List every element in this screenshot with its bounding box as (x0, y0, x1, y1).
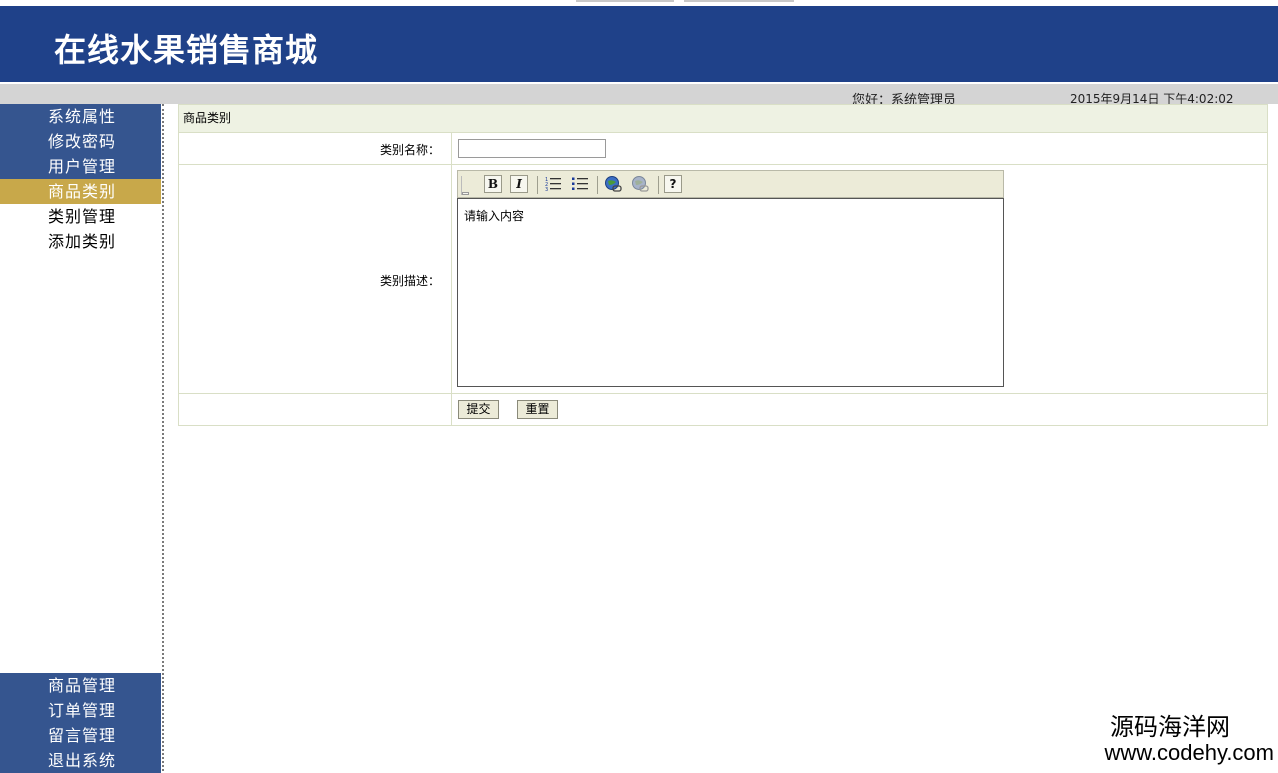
tab-stub (576, 0, 674, 2)
italic-button[interactable]: I (510, 175, 528, 193)
sidebar-subitem-category-management[interactable]: 类别管理 (0, 204, 161, 229)
watermark-en: www.codehy.com (1104, 741, 1274, 765)
info-bar: 您好：系统管理员 2015年9月14日 下午4:02:02 (0, 84, 1278, 104)
ordered-list-icon[interactable]: 1 2 3 (544, 175, 562, 193)
reset-button[interactable]: 重置 (517, 400, 558, 419)
toolbar-separator (597, 176, 598, 194)
desc-label: 类别描述： (380, 272, 440, 289)
help-button[interactable]: ? (664, 175, 682, 193)
sidebar-subitem-add-category[interactable]: 添加类别 (0, 229, 161, 254)
sidebar-item-label: 退出系统 (48, 748, 116, 773)
sidebar-item-label: 类别管理 (48, 204, 116, 229)
actions-value-cell: 提交 重置 (452, 394, 1267, 425)
sidebar-item-label: 商品类别 (48, 179, 116, 204)
insert-link-icon[interactable] (604, 175, 622, 193)
toolbar-separator (658, 176, 659, 194)
sidebar-item-system-properties[interactable]: 系统属性 (0, 104, 161, 129)
watermark: 源码海洋网 www.codehy.com (1104, 713, 1274, 765)
form-row-actions: 提交 重置 (179, 394, 1267, 425)
category-form: 商品类别 类别名称： 类别描述： B I 1 2 3 (178, 104, 1268, 426)
toolbar-grip-icon[interactable] (461, 176, 469, 195)
unordered-list-icon[interactable] (571, 175, 589, 193)
sidebar-item-change-password[interactable]: 修改密码 (0, 129, 161, 154)
toolbar-separator (537, 176, 538, 194)
sidebar-item-logout[interactable]: 退出系统 (0, 748, 161, 773)
name-label-cell: 类别名称： (179, 133, 452, 164)
sidebar: 系统属性 修改密码 用户管理 商品类别 类别管理 添加类别 商品管理 订单管理 … (0, 104, 161, 771)
site-header: 在线水果销售商城 (0, 6, 1278, 82)
form-caption-text: 商品类别 (183, 105, 231, 132)
form-row-name: 类别名称： (179, 133, 1267, 165)
submit-button[interactable]: 提交 (458, 400, 499, 419)
sidebar-item-label: 用户管理 (48, 154, 116, 179)
sidebar-divider (162, 104, 164, 771)
sidebar-item-label: 添加类别 (48, 229, 116, 254)
watermark-cn: 源码海洋网 (1104, 713, 1274, 741)
desc-value-cell: B I 1 2 3 (452, 165, 1267, 393)
editor-toolbar: B I 1 2 3 (457, 170, 1004, 198)
sidebar-item-order-management[interactable]: 订单管理 (0, 698, 161, 723)
form-caption: 商品类别 (179, 105, 1267, 133)
desc-label-cell: 类别描述： (179, 165, 452, 393)
sidebar-item-product-management[interactable]: 商品管理 (0, 673, 161, 698)
sidebar-item-label: 留言管理 (48, 723, 116, 748)
form-row-description: 类别描述： B I 1 2 3 (179, 165, 1267, 394)
bold-button[interactable]: B (484, 175, 502, 193)
svg-text:3: 3 (545, 187, 548, 193)
sidebar-item-product-category[interactable]: 商品类别 (0, 179, 161, 204)
sidebar-item-label: 修改密码 (48, 129, 116, 154)
sidebar-item-user-management[interactable]: 用户管理 (0, 154, 161, 179)
tab-stub (684, 0, 794, 2)
sidebar-item-label: 订单管理 (48, 698, 116, 723)
description-editor-area[interactable]: 请输入内容 (457, 198, 1004, 387)
actions-label-cell (179, 394, 452, 425)
sidebar-item-label: 商品管理 (48, 673, 116, 698)
site-title: 在线水果销售商城 (54, 25, 318, 71)
rich-text-editor: B I 1 2 3 (457, 170, 1004, 387)
name-value-cell (452, 133, 1267, 164)
sidebar-item-message-management[interactable]: 留言管理 (0, 723, 161, 748)
sidebar-item-label: 系统属性 (48, 104, 116, 129)
remove-link-icon[interactable] (631, 175, 649, 193)
name-label: 类别名称： (380, 141, 440, 158)
category-name-input[interactable] (458, 139, 606, 158)
